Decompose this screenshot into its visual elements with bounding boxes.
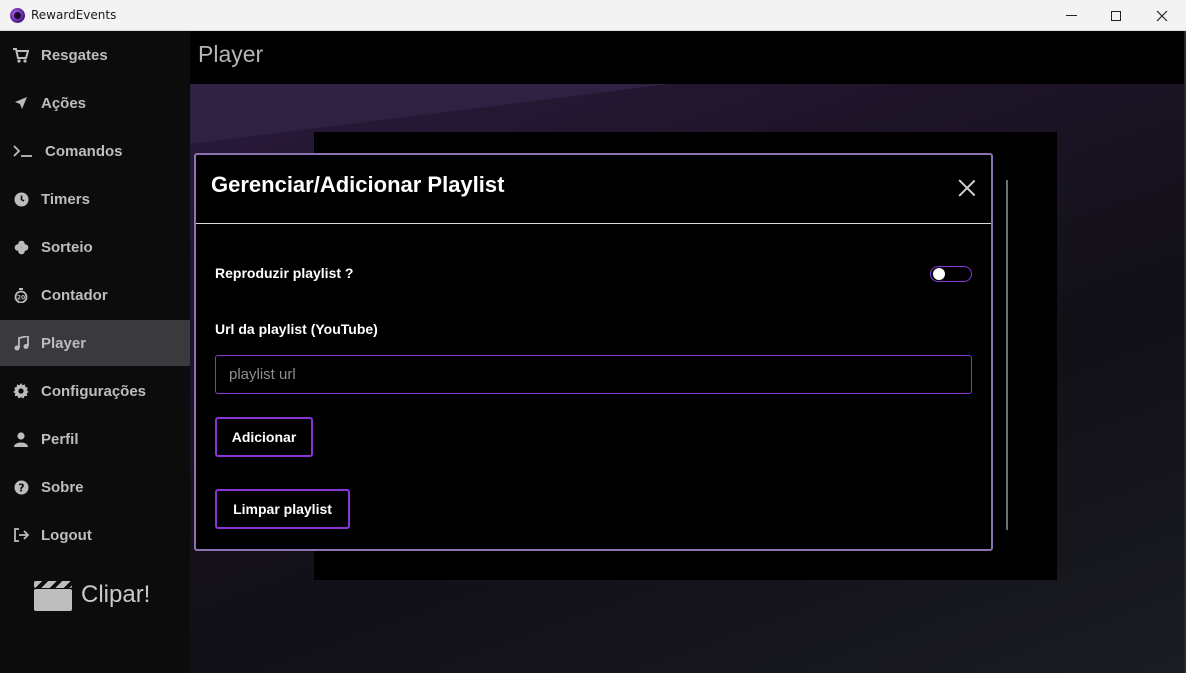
playlist-url-input[interactable] (215, 355, 972, 394)
sidebar-item-label: Player (41, 334, 87, 352)
clover-icon (13, 239, 29, 255)
clock-icon (13, 191, 29, 207)
clear-playlist-button[interactable]: Limpar playlist (215, 489, 350, 529)
maximize-icon (1111, 10, 1121, 21)
sidebar-item-label: Logout (41, 526, 92, 544)
add-playlist-button[interactable]: Adicionar (215, 417, 313, 457)
sidebar-item-label: Contador (41, 286, 108, 304)
sidebar-item-configuracoes[interactable]: Configurações (0, 368, 190, 414)
gear-icon (13, 383, 29, 399)
sidebar-item-label: Ações (41, 94, 87, 112)
clapperboard-icon (34, 579, 72, 611)
clip-label: Clipar! (81, 581, 151, 608)
location-arrow-icon (13, 95, 29, 111)
minimize-button[interactable] (1048, 0, 1094, 31)
modal-title: Gerenciar/Adicionar Playlist (211, 172, 505, 197)
sidebar-item-label: Perfil (41, 430, 79, 448)
play-playlist-label: Reproduzir playlist ? (215, 265, 354, 281)
sidebar-item-resgates[interactable]: Resgates (0, 32, 190, 78)
sidebar-item-player[interactable]: Player (0, 320, 190, 366)
terminal-icon (13, 143, 33, 159)
sidebar-item-comandos[interactable]: Comandos (0, 128, 190, 174)
stopwatch-icon: 20 (13, 287, 29, 303)
sidebar-item-sobre[interactable]: ? Sobre (0, 464, 190, 510)
player-scroll-edge (1006, 180, 1008, 530)
close-icon (1156, 10, 1168, 21)
sidebar-item-acoes[interactable]: Ações (0, 80, 190, 126)
sidebar-item-timers[interactable]: Timers (0, 176, 190, 222)
page-header: Player (190, 31, 1184, 84)
sidebar: Resgates Ações Comandos Timers Sorteio 2… (0, 31, 190, 673)
sidebar-item-label: Resgates (41, 46, 108, 64)
user-icon (13, 431, 29, 447)
window-titlebar: RewardEvents (0, 0, 1186, 31)
svg-text:?: ? (18, 481, 24, 494)
music-note-icon (13, 335, 29, 351)
sidebar-item-label: Sobre (41, 478, 84, 496)
window-title: RewardEvents (31, 8, 117, 22)
cart-icon (13, 47, 29, 63)
minimize-icon (1065, 15, 1077, 16)
sidebar-item-contador[interactable]: 20 Contador (0, 272, 190, 318)
app-logo-icon (10, 8, 25, 23)
toggle-knob (933, 268, 945, 280)
modal-header: Gerenciar/Adicionar Playlist (196, 155, 991, 224)
playlist-modal: Gerenciar/Adicionar Playlist Reproduzir … (194, 153, 993, 551)
page-title: Player (198, 41, 264, 67)
maximize-button[interactable] (1093, 0, 1139, 31)
close-window-button[interactable] (1139, 0, 1185, 31)
clip-button[interactable]: Clipar! (34, 579, 150, 611)
playlist-url-label: Url da playlist (YouTube) (215, 321, 378, 337)
svg-text:20: 20 (17, 294, 25, 301)
sidebar-item-label: Comandos (45, 142, 123, 160)
sidebar-item-label: Configurações (41, 382, 147, 400)
logout-icon (13, 527, 29, 543)
sidebar-item-label: Timers (41, 190, 90, 208)
sidebar-item-sorteio[interactable]: Sorteio (0, 224, 190, 270)
question-icon: ? (13, 479, 29, 495)
close-icon[interactable] (956, 177, 978, 199)
sidebar-item-logout[interactable]: Logout (0, 512, 190, 558)
play-playlist-toggle[interactable] (930, 266, 972, 282)
sidebar-item-label: Sorteio (41, 238, 93, 256)
sidebar-item-perfil[interactable]: Perfil (0, 416, 190, 462)
